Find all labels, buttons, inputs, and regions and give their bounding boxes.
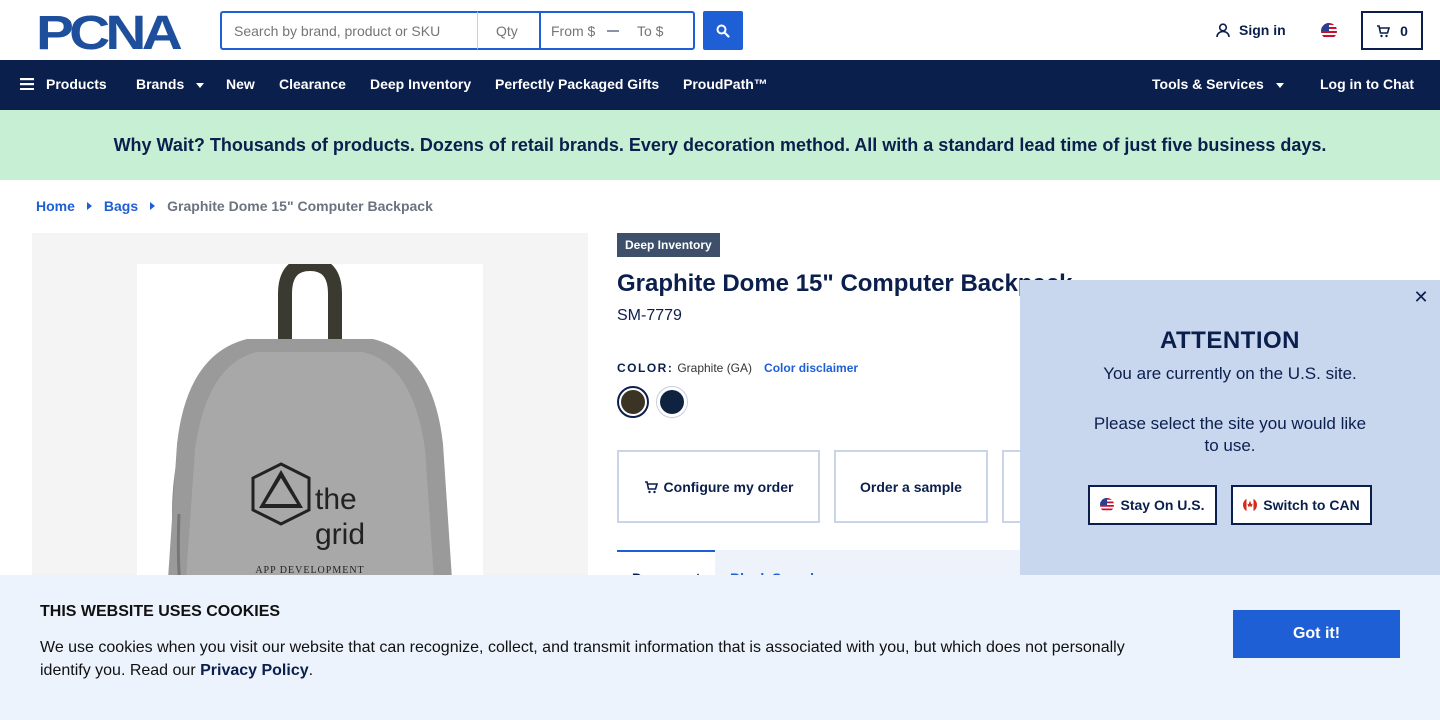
order-sample-label: Order a sample [860,478,962,495]
pcna-logo[interactable]: PCNA ™ [36,11,184,51]
site-selector-modal: ✕ ATTENTION You are currently on the U.S… [1020,280,1440,575]
swatch-fill [660,390,684,414]
order-sample-button[interactable]: Order a sample [834,450,988,523]
configure-order-button[interactable]: Configure my order [617,450,820,523]
product-sku: SM-7779 [617,307,682,324]
backpack-image: the grid APP DEVELOPMENT [168,256,452,575]
promo-banner: Why Wait? Thousands of products. Dozens … [0,110,1440,180]
close-icon[interactable]: ✕ [1412,288,1430,306]
nav-tools-label: Tools & Services [1152,76,1264,92]
cart-icon [1377,24,1391,37]
nav-chat-label: Log in to Chat [1320,76,1415,92]
cookie-text: We use cookies when you visit our websit… [40,636,1160,682]
color-label: COLOR: [617,361,674,375]
nav-new-label: New [226,76,255,92]
color-row: COLOR: Graphite (GA) Color disclaimer [617,361,858,375]
deep-inventory-badge: Deep Inventory [617,233,720,257]
qty-input[interactable] [478,11,540,50]
color-swatch-graphite[interactable] [617,386,649,418]
switch-to-can-button[interactable]: Switch to CAN [1231,485,1372,525]
breadcrumb-home[interactable]: Home [36,198,75,214]
cart-count: 0 [1400,22,1408,39]
menu-icon [20,78,34,90]
cookie-banner: THIS WEBSITE USES COOKIES We use cookies… [0,575,1440,720]
cookie-period: . [308,662,314,679]
price-from-input[interactable] [541,15,605,46]
sign-in-label: Sign in [1239,22,1286,38]
stay-on-us-button[interactable]: Stay On U.S. [1088,485,1217,525]
nav-gifts-label: Perfectly Packaged Gifts [495,76,660,92]
color-swatch-navy[interactable] [656,386,688,418]
breadcrumb: Home Bags Graphite Dome 15" Computer Bac… [36,198,433,214]
breadcrumb-category[interactable]: Bags [104,198,138,214]
nav-proudpath-label: ProudPath™ [683,76,768,92]
main-nav: Products Brands New Clearance Deep Inven… [0,60,1440,110]
configure-order-label: Configure my order [663,478,794,495]
product-image-panel: the grid APP DEVELOPMENT [32,233,588,575]
privacy-policy-link[interactable]: Privacy Policy [200,662,309,679]
product-title: Graphite Dome 15" Computer Backpack [617,270,1073,297]
canada-flag-icon [1243,498,1258,512]
svg-text:™: ™ [175,45,180,51]
swatch-fill [621,390,645,414]
price-range [540,11,695,50]
nav-tools[interactable]: Tools & Services [1152,76,1284,92]
user-icon [1216,23,1230,38]
sign-in-link[interactable]: Sign in [1215,22,1286,38]
site-header: PCNA ™ Sign in 0 [0,0,1440,60]
breadcrumb-current: Graphite Dome 15" Computer Backpack [167,198,433,214]
color-disclaimer-link[interactable]: Color disclaimer [764,361,858,375]
cart-icon [644,480,658,493]
switch-to-can-label: Switch to CAN [1263,497,1360,513]
chevron-right-icon [150,202,156,210]
attention-prompt: Please select the site you would like to… [1093,414,1367,455]
nav-new[interactable]: New [226,76,255,92]
nav-clearance[interactable]: Clearance [279,76,346,92]
badge-label: Deep Inventory [625,238,712,252]
image-logo-line1: the [315,483,357,516]
image-logo-line2: grid [315,518,365,551]
chevron-right-icon [86,202,92,210]
logo-text: PCNA [36,11,182,51]
nav-brands-label: Brands [136,76,185,92]
price-to-input[interactable] [627,15,691,46]
search-input[interactable] [220,11,478,50]
promo-text: Why Wait? Thousands of products. Dozens … [113,134,1327,155]
nav-gifts[interactable]: Perfectly Packaged Gifts [495,76,659,92]
attention-title: ATTENTION [1159,327,1301,354]
nav-proudpath[interactable]: ProudPath™ [683,76,768,92]
product-image[interactable]: the grid APP DEVELOPMENT [137,256,483,575]
accept-cookies-button[interactable]: Got it! [1233,610,1400,658]
nav-products-label: Products [46,76,107,92]
nav-products[interactable]: Products [20,76,107,92]
price-range-separator [607,29,619,32]
nav-chat[interactable]: Log in to Chat [1320,76,1414,92]
nav-clearance-label: Clearance [279,76,346,92]
chevron-down-icon [1275,82,1284,88]
search-bar [220,11,695,50]
nav-deep-inventory-label: Deep Inventory [370,76,472,92]
nav-deep-inventory[interactable]: Deep Inventory [370,76,471,92]
nav-brands[interactable]: Brands [136,76,205,92]
color-value: Graphite (GA) [677,361,753,375]
attention-message: You are currently on the U.S. site. [1103,364,1357,383]
us-flag-icon [1100,498,1115,512]
cart-button[interactable]: 0 [1361,11,1423,50]
us-flag-icon[interactable] [1321,23,1337,39]
chevron-down-icon [196,82,205,88]
stay-on-us-label: Stay On U.S. [1120,497,1205,513]
cookie-title: THIS WEBSITE USES COOKIES [40,603,281,620]
search-icon [716,24,730,38]
image-logo-line3: APP DEVELOPMENT [255,565,364,575]
search-button[interactable] [703,11,743,50]
